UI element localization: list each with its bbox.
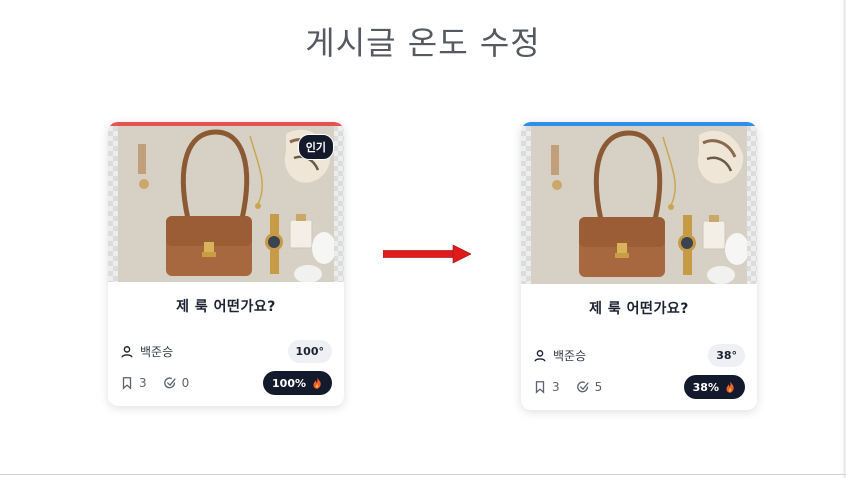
post-title[interactable]: 제 룩 어떤가요?: [521, 298, 757, 318]
divider: [0, 474, 846, 475]
post-image: 인기: [108, 126, 344, 282]
heat-value: 38%: [692, 380, 719, 394]
check-circle-icon[interactable]: [163, 376, 177, 390]
flame-icon: [723, 380, 737, 394]
flame-icon: [310, 376, 324, 390]
heat-value: 100%: [272, 376, 306, 390]
author[interactable]: 백준승: [120, 343, 173, 360]
arrow-right-icon: [383, 244, 471, 264]
post-card-before[interactable]: 인기 제 룩 어떤가요? 백준승 100° 3 0 100%: [108, 122, 344, 406]
heat-badge: 38%: [683, 375, 745, 399]
heat-badge: 100%: [263, 371, 332, 395]
page-title: 게시글 온도 수정: [305, 24, 541, 62]
bookmark-icon[interactable]: [120, 376, 134, 390]
post-stats: 3 0: [120, 376, 189, 390]
author-name: 백준승: [553, 349, 587, 363]
check-count: 0: [181, 376, 190, 390]
temperature-badge: 100°: [287, 340, 332, 363]
post-stats: 3 5: [533, 380, 602, 394]
temperature-badge: 38°: [708, 344, 745, 367]
bag-photo: [531, 126, 747, 284]
popular-badge: 인기: [297, 134, 334, 160]
post-title[interactable]: 제 룩 어떤가요?: [108, 296, 344, 316]
author[interactable]: 백준승: [533, 347, 586, 364]
author-name: 백준승: [140, 345, 174, 359]
bookmark-count: 3: [552, 380, 560, 394]
check-circle-icon[interactable]: [576, 380, 590, 394]
bookmark-icon[interactable]: [533, 380, 547, 394]
check-count: 5: [594, 380, 603, 394]
post-card-after[interactable]: 제 룩 어떤가요? 백준승 38° 3 5 38%: [521, 122, 757, 410]
user-icon: [533, 349, 547, 363]
bookmark-count: 3: [139, 376, 147, 390]
post-image: [521, 126, 757, 284]
user-icon: [120, 345, 134, 359]
